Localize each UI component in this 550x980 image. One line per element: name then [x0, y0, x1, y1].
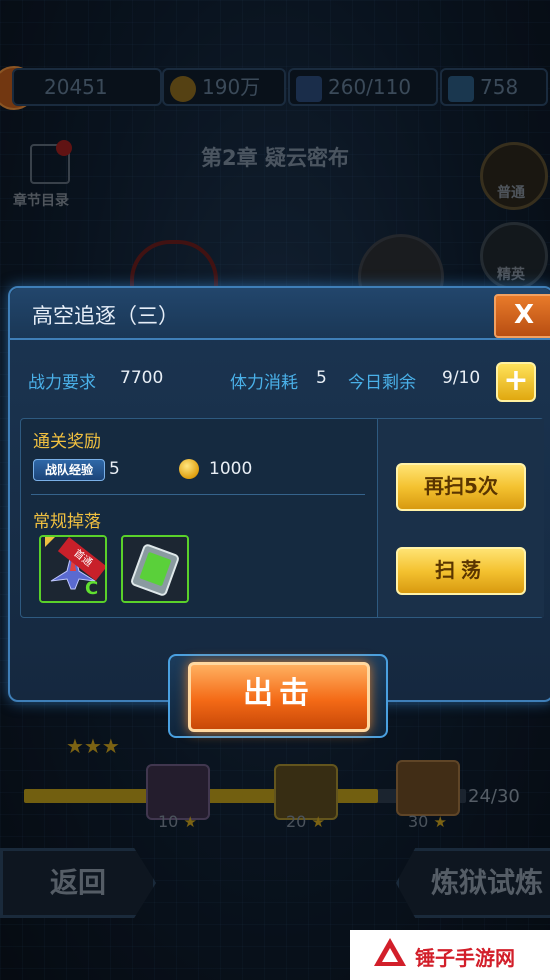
team-exp-value: 5 — [109, 459, 120, 479]
add-attempts-button[interactable]: + — [496, 362, 536, 402]
sweep-button[interactable]: 扫荡 — [396, 547, 526, 595]
divider — [31, 494, 365, 495]
stamina-cost-label: 体力消耗 — [230, 373, 298, 393]
item-grade: C — [85, 578, 99, 599]
rewards-panel: 通关奖励 战队经验 5 1000 常规掉落 首通 C 再扫5次 扫荡 — [20, 418, 544, 618]
stamina-cost-value: 5 — [316, 368, 327, 388]
watermark-logo-icon — [374, 938, 406, 966]
stage-dialog: 高空追逐（三） X 战力要求 7700 体力消耗 5 今日剩余 9/10 + 通… — [8, 286, 550, 702]
watermark-text: 锤子手游网 — [415, 946, 515, 970]
sweep-5-times-button[interactable]: 再扫5次 — [396, 463, 526, 511]
power-requirement-label: 战力要求 — [28, 373, 96, 393]
attack-button[interactable]: 出击 — [188, 662, 370, 732]
gold-coin-icon — [179, 459, 199, 479]
close-button[interactable]: X — [494, 294, 550, 338]
fighter-jet-item[interactable]: 首通 C — [39, 535, 107, 603]
remaining-label: 今日剩余 — [348, 373, 416, 393]
gold-reward-value: 1000 — [209, 459, 253, 479]
reward-title: 通关奖励 — [33, 432, 101, 452]
team-exp-badge: 战队经验 — [33, 459, 105, 481]
chip-icon — [123, 537, 187, 601]
sweep-panel: 再扫5次 扫荡 — [377, 419, 544, 617]
dialog-title: 高空追逐（三） — [32, 304, 179, 328]
power-requirement-value: 7700 — [120, 368, 164, 388]
chip-item[interactable] — [121, 535, 189, 603]
remaining-value: 9/10 — [442, 368, 481, 388]
drop-title: 常规掉落 — [33, 512, 101, 532]
